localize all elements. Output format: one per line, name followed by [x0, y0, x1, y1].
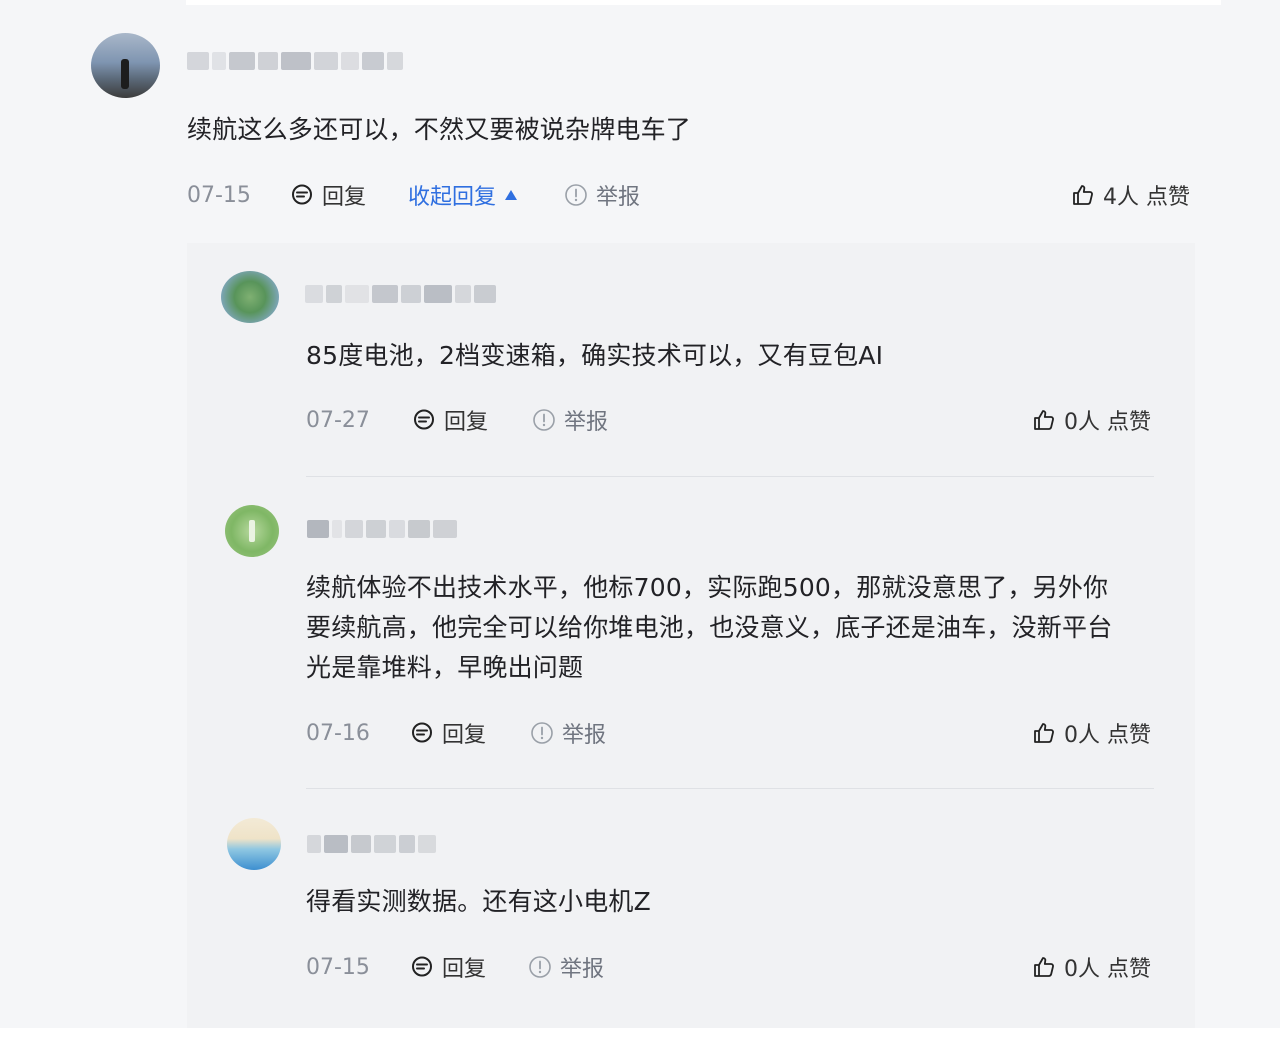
- thumbs-up-icon: [1034, 723, 1054, 743]
- page-bottom-edge: [0, 1028, 1280, 1042]
- reply-date: 07-27: [306, 407, 370, 433]
- reply-actions: 07-15 回复 举报: [306, 951, 604, 983]
- report-button[interactable]: 举报: [532, 404, 608, 436]
- avatar[interactable]: [91, 33, 160, 98]
- avatar[interactable]: [227, 818, 281, 870]
- report-icon: [565, 184, 587, 206]
- like-button[interactable]: 0人 点赞: [1032, 951, 1151, 983]
- report-label: 举报: [562, 723, 607, 748]
- report-icon: [533, 409, 555, 431]
- reply-icon: [414, 409, 434, 430]
- reply-text-line-1: 续航体验不出技术水平，他标700，实际跑500，那就没意思了，另外你: [306, 573, 1109, 602]
- like-button[interactable]: 0人 点赞: [1032, 717, 1151, 749]
- report-label: 举报: [596, 185, 641, 210]
- comment-text: 续航这么多还可以，不然又要被说杂牌电车了: [187, 115, 692, 144]
- report-icon: [531, 722, 553, 744]
- username-blurred[interactable]: [307, 520, 487, 542]
- username-blurred[interactable]: [187, 52, 417, 74]
- report-button[interactable]: 举报: [528, 951, 604, 983]
- like-count: 0人 点赞: [1064, 957, 1151, 982]
- reply-actions: 07-27 回复 举报: [306, 404, 608, 436]
- reply-button[interactable]: 回复: [412, 404, 532, 436]
- reply-icon: [292, 184, 312, 205]
- reply-label: 回复: [444, 410, 489, 435]
- reply-text-line-3: 光是靠堆料，早晚出问题: [306, 653, 584, 682]
- reply-text: 得看实测数据。还有这小电机Z: [306, 887, 651, 916]
- reply-date: 07-15: [306, 954, 370, 980]
- comment-actions: 07-15 回复 收起回复 举报: [187, 179, 640, 211]
- reply-icon: [412, 956, 432, 977]
- reply-text-line-2: 要续航高，他完全可以给你堆电池，也没意义，底子还是油车，没新平台: [306, 613, 1113, 642]
- reply-actions: 07-16 回复 举报: [306, 717, 606, 749]
- comment-date: 07-15: [187, 182, 251, 208]
- reply-button[interactable]: 回复: [290, 179, 408, 211]
- report-button[interactable]: 举报: [564, 179, 640, 211]
- caret-up-icon: [505, 190, 518, 200]
- like-count: 0人 点赞: [1064, 723, 1151, 748]
- report-label: 举报: [564, 410, 609, 435]
- reply-label: 回复: [442, 723, 487, 748]
- divider: [306, 788, 1154, 789]
- like-count: 4人 点赞: [1103, 185, 1190, 210]
- reply-button[interactable]: 回复: [410, 951, 528, 983]
- thumbs-up-icon: [1034, 957, 1054, 977]
- username-blurred[interactable]: [307, 835, 452, 857]
- reply-label: 回复: [442, 957, 487, 982]
- thumbs-up-icon: [1034, 410, 1054, 430]
- top-card-edge: [186, 0, 1221, 5]
- collapse-replies-button[interactable]: 收起回复: [408, 179, 564, 211]
- divider: [306, 476, 1154, 477]
- reply-text: 85度电池，2档变速箱，确实技术可以，又有豆包AI: [306, 341, 884, 370]
- reply-date: 07-16: [306, 720, 370, 746]
- reply-button[interactable]: 回复: [410, 717, 530, 749]
- report-icon: [529, 956, 551, 978]
- avatar[interactable]: [221, 271, 279, 323]
- reply-icon: [412, 722, 432, 743]
- like-button[interactable]: 0人 点赞: [1032, 404, 1151, 436]
- reply-label: 回复: [322, 185, 367, 210]
- report-button[interactable]: 举报: [530, 717, 606, 749]
- collapse-label: 收起回复: [408, 185, 497, 210]
- like-button[interactable]: 4人 点赞: [1071, 179, 1190, 211]
- avatar[interactable]: [225, 505, 279, 557]
- like-count: 0人 点赞: [1064, 410, 1151, 435]
- report-label: 举报: [560, 957, 605, 982]
- thumbs-up-icon: [1073, 185, 1093, 205]
- username-blurred[interactable]: [305, 285, 515, 307]
